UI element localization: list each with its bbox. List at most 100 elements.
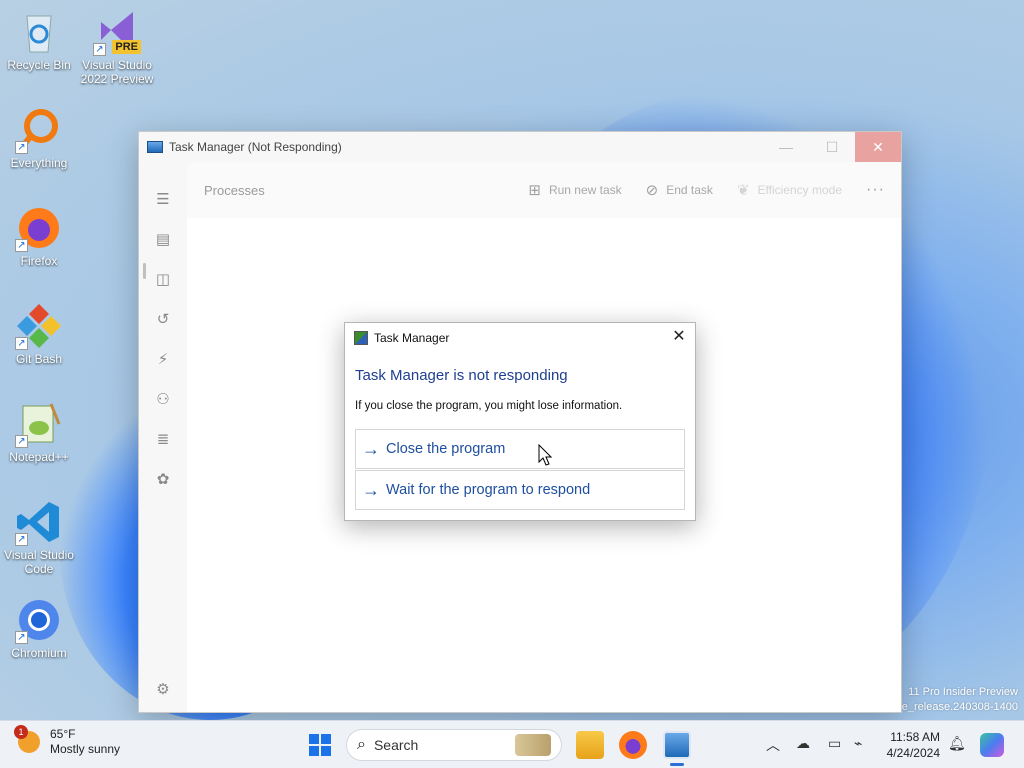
clock-time: 11:58 AM	[890, 730, 940, 744]
windows-logo-icon	[309, 734, 319, 744]
desktop-icon-visual-studio-2022-preview[interactable]: PRE ↗ Visual Studio 2022 Preview	[79, 8, 155, 86]
run-new-task-button[interactable]: ⊞ Run new task	[528, 181, 621, 199]
task-manager-dialog-icon	[354, 331, 368, 345]
notification-badge: 1	[14, 725, 28, 739]
watermark-edition: 11 Pro Insider Preview	[908, 686, 1018, 698]
leaf-icon: ❦	[736, 182, 750, 199]
close-icon: ✕	[872, 138, 884, 155]
network-icon[interactable]: ⌁	[854, 735, 862, 752]
details-icon[interactable]: ≣	[153, 430, 173, 450]
active-app-indicator	[670, 763, 684, 766]
taskbar: 1 65°F Mostly sunny ⌕ Search ︿ ☁ ▭ ⌁ 11:…	[0, 720, 1024, 768]
settings-gear-icon[interactable]: ⚙	[153, 680, 173, 700]
dialog-heading: Task Manager is not responding	[355, 367, 568, 384]
sidebar-active-indicator	[143, 263, 146, 279]
desktop-icon-visual-studio-code[interactable]: ↗ Visual Studio Code	[1, 498, 77, 576]
dialog-message: If you close the program, you might lose…	[355, 400, 623, 412]
wait-for-program-label: Wait for the program to respond	[386, 482, 591, 498]
minimize-icon: —	[779, 139, 793, 155]
dialog-close-button[interactable]: ✕	[671, 329, 687, 345]
desktop-icon-chromium[interactable]: ↗ Chromium	[1, 596, 77, 660]
shortcut-arrow-icon: ↗	[15, 533, 28, 546]
show-hidden-icons-chevron-icon[interactable]: ︿	[766, 735, 780, 755]
shortcut-arrow-icon: ↗	[15, 435, 28, 448]
firefox-taskbar-icon[interactable]	[619, 731, 647, 759]
end-task-button[interactable]: ⊘ End task	[646, 181, 713, 199]
not-responding-dialog: Task Manager ✕ Task Manager is not respo…	[344, 322, 696, 521]
close-program-button[interactable]: → Close the program	[355, 429, 685, 469]
shortcut-arrow-icon: ↗	[15, 141, 28, 154]
everything-icon: ↗	[15, 106, 63, 154]
desktop-icon-recycle-bin[interactable]: Recycle Bin	[1, 8, 77, 72]
system-clock[interactable]: 11:58 AM 4/24/2024	[884, 729, 940, 761]
task-manager-app-icon	[147, 141, 163, 153]
close-button[interactable]: ✕	[855, 132, 901, 162]
arrow-right-icon: →	[362, 479, 380, 500]
arrow-right-icon: →	[362, 438, 380, 459]
efficiency-mode-button[interactable]: ❦ Efficiency mode	[737, 181, 842, 199]
task-manager-toolbar: Processes ⊞ Run new task ⊘ End task ❦ Ef…	[187, 162, 901, 218]
processes-icon[interactable]: ▤	[153, 230, 173, 250]
notepad-plus-plus-icon: ↗	[15, 400, 63, 448]
close-program-label: Close the program	[386, 441, 506, 457]
notification-bell-icon[interactable]: 🔔︎	[948, 735, 966, 752]
desktop-icon-git-bash[interactable]: ↗ Git Bash	[1, 302, 77, 366]
task-manager-title: Task Manager (Not Responding)	[169, 140, 342, 154]
recycle-bin-icon	[15, 8, 63, 56]
weather-widget[interactable]: 1 65°F Mostly sunny	[14, 725, 121, 757]
hamburger-menu-icon[interactable]: ☰	[153, 190, 173, 210]
performance-icon[interactable]: ◫	[153, 270, 173, 290]
sun-icon: 1	[14, 725, 40, 753]
maximize-button[interactable]: ☐	[809, 132, 855, 162]
search-icon: ⌕	[357, 736, 366, 753]
pre-badge: PRE	[112, 40, 141, 54]
visual-studio-icon: PRE ↗	[93, 8, 141, 56]
weather-description: Mostly sunny	[50, 742, 121, 756]
more-options-icon[interactable]: ···	[866, 181, 885, 199]
maximize-icon: ☐	[825, 138, 839, 155]
desktop-icon-label: Recycle Bin	[7, 58, 71, 72]
desktop-icon-label: Everything	[10, 156, 68, 170]
desktop-icon-label: Firefox	[20, 254, 58, 268]
desktop-icon-label: Visual Studio 2022 Preview	[80, 58, 154, 86]
start-button[interactable]	[309, 734, 331, 756]
clock-date: 4/24/2024	[886, 746, 940, 760]
efficiency-mode-label: Efficiency mode	[757, 183, 843, 197]
search-highlight-icon	[515, 734, 551, 756]
run-new-task-label: Run new task	[548, 183, 622, 197]
desktop-icon-label: Git Bash	[15, 352, 63, 366]
dialog-titlebar[interactable]: Task Manager	[345, 323, 695, 353]
shortcut-arrow-icon: ↗	[15, 631, 28, 644]
desktop-icon-everything[interactable]: ↗ Everything	[1, 106, 77, 170]
desktop-icon-label: Chromium	[11, 646, 67, 660]
page-title: Processes	[204, 182, 265, 198]
app-history-icon[interactable]: ↺	[153, 310, 173, 330]
task-manager-taskbar-icon[interactable]	[663, 731, 691, 759]
display-icon[interactable]: ▭	[828, 735, 841, 752]
git-bash-icon: ↗	[15, 302, 63, 350]
dialog-title: Task Manager	[374, 331, 450, 345]
watermark-build: e_release.240308-1400	[901, 701, 1018, 713]
desktop-icon-label: Notepad++	[9, 450, 69, 464]
task-manager-sidebar: ☰ ▤ ◫ ↺ ⚡ ⚇ ≣ ✿ ⚙	[139, 162, 187, 712]
minimize-button[interactable]: —	[763, 132, 809, 162]
firefox-icon: ↗	[15, 204, 63, 252]
file-explorer-icon[interactable]	[576, 731, 604, 759]
desktop-icon-firefox[interactable]: ↗ Firefox	[1, 204, 77, 268]
search-placeholder: Search	[373, 737, 419, 753]
users-icon[interactable]: ⚇	[153, 390, 173, 410]
shortcut-arrow-icon: ↗	[15, 337, 28, 350]
end-task-icon: ⊘	[645, 182, 659, 199]
run-task-icon: ⊞	[528, 182, 541, 199]
services-icon[interactable]: ✿	[153, 470, 173, 490]
copilot-icon[interactable]	[980, 733, 1004, 757]
vscode-icon: ↗	[15, 498, 63, 546]
taskbar-search-box[interactable]: ⌕ Search	[346, 729, 562, 761]
onedrive-offline-icon[interactable]: ☁	[796, 735, 810, 752]
wait-for-program-button[interactable]: → Wait for the program to respond	[355, 470, 685, 510]
startup-apps-icon[interactable]: ⚡	[153, 350, 173, 370]
desktop-icon-notepad-plus-plus[interactable]: ↗ Notepad++	[1, 400, 77, 464]
end-task-label: End task	[666, 183, 713, 197]
weather-temperature: 65°F	[50, 727, 76, 741]
shortcut-arrow-icon: ↗	[15, 239, 28, 252]
